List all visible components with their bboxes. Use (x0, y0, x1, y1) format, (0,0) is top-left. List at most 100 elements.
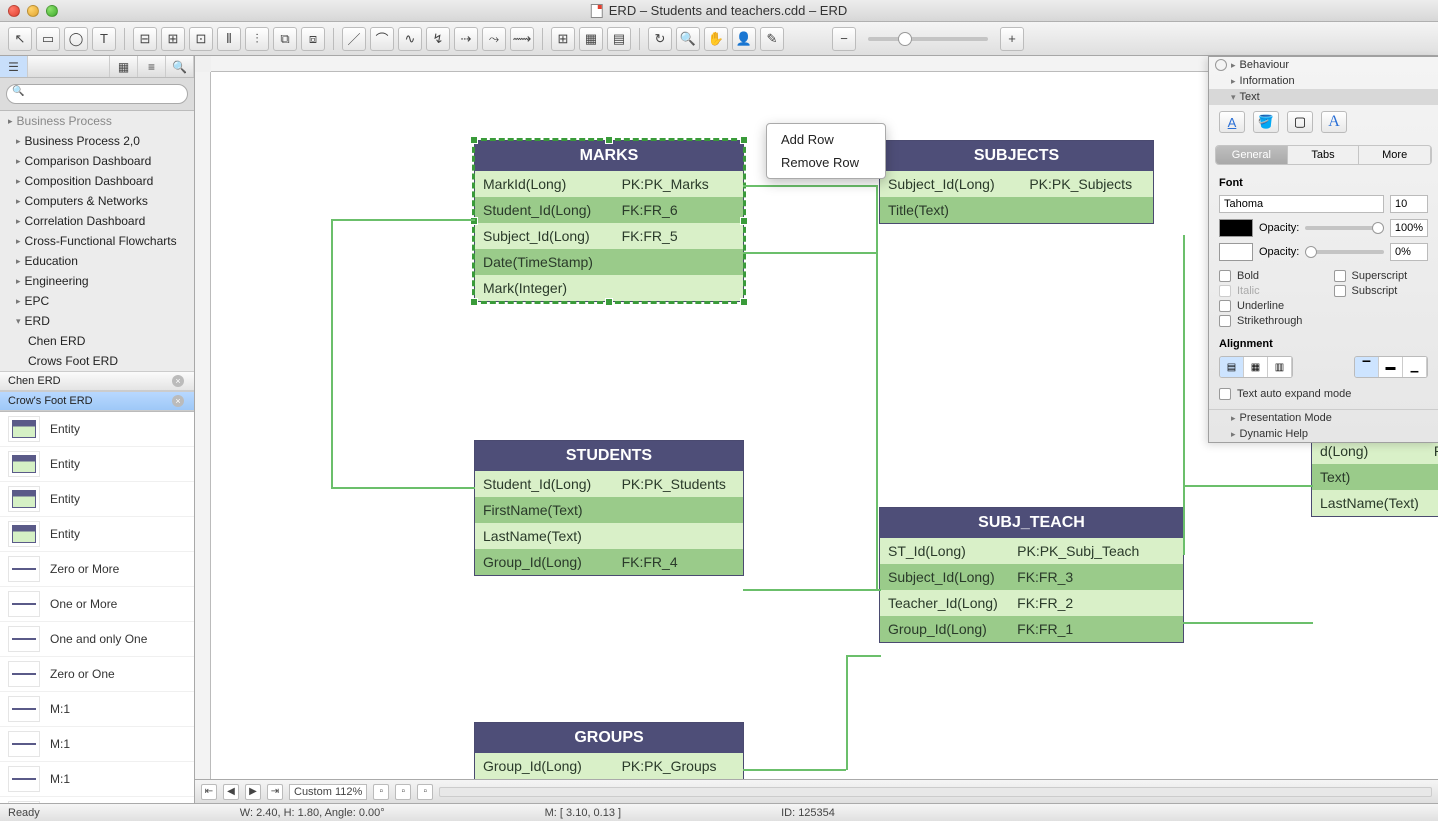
align-left-button[interactable]: ▤ (1220, 357, 1244, 377)
stencil-shape[interactable]: Entity (0, 482, 194, 517)
connector4-icon[interactable]: ⟿ (510, 27, 534, 51)
opacity-slider[interactable] (1305, 226, 1384, 230)
entity-subj-teach[interactable]: SUBJ_TEACH ST_Id(Long)PK:PK_Subj_Teach S… (879, 507, 1184, 643)
library-search-input[interactable] (6, 84, 188, 104)
close-icon[interactable]: × (172, 375, 184, 387)
person-icon[interactable]: 👤 (732, 27, 756, 51)
tree-item[interactable]: ▸Cross-Functional Flowcharts (0, 231, 194, 251)
inspector-section-text[interactable]: ▾Text (1209, 89, 1438, 105)
rectangle-tool-icon[interactable]: ▭ (36, 27, 60, 51)
align-center-icon[interactable]: ⊞ (161, 27, 185, 51)
underline-checkbox[interactable]: Underline (1219, 300, 1314, 312)
text-fill-icon[interactable]: 🪣 (1253, 111, 1279, 133)
text-color-icon[interactable]: A (1219, 111, 1245, 133)
page-icon[interactable]: ▫ (395, 784, 411, 800)
entity-subjects[interactable]: SUBJECTS Subject_Id(Long)PK:PK_Subjects … (879, 140, 1154, 224)
tree-item[interactable]: ▸Composition Dashboard (0, 171, 194, 191)
horizontal-scrollbar[interactable] (439, 787, 1432, 797)
tree-item[interactable]: ▸Correlation Dashboard (0, 211, 194, 231)
zoom-in-icon[interactable]: + (1000, 27, 1024, 51)
zoom-out-icon[interactable]: − (832, 27, 856, 51)
close-window-icon[interactable] (8, 5, 20, 17)
inspector-section-behaviour[interactable]: ▸Behaviour (1209, 57, 1438, 73)
library-tab-grid-icon[interactable]: ▦ (110, 56, 138, 77)
superscript-checkbox[interactable]: Superscript (1334, 270, 1429, 282)
zoom-tool-icon[interactable]: 🔍 (676, 27, 700, 51)
text-shadow-icon[interactable]: ▢ (1287, 111, 1313, 133)
resize-handle[interactable] (740, 298, 748, 306)
inspector-section-presentation[interactable]: ▸Presentation Mode (1209, 409, 1438, 426)
distribute-v-icon[interactable]: ⫶ (245, 27, 269, 51)
resize-handle[interactable] (470, 298, 478, 306)
tree-item[interactable]: ▸Engineering (0, 271, 194, 291)
stencil-shape[interactable]: M:1 (0, 762, 194, 797)
align-top-button[interactable]: ▔ (1355, 357, 1379, 377)
tree-item[interactable]: ▸Business Process (0, 111, 194, 131)
page-first-icon[interactable]: ⇤ (201, 784, 217, 800)
stencil-header-chen[interactable]: Chen ERD× (0, 371, 194, 391)
opacity-slider[interactable] (1305, 250, 1384, 254)
hand-tool-icon[interactable]: ✋ (704, 27, 728, 51)
connector3-icon[interactable]: ⤳ (482, 27, 506, 51)
stencil-shape[interactable]: Zero or One (0, 657, 194, 692)
page-last-icon[interactable]: ⇥ (267, 784, 283, 800)
align-bottom-button[interactable]: ▁ (1403, 357, 1427, 377)
strike-checkbox[interactable]: Strikethrough (1219, 315, 1314, 327)
auto-expand-checkbox[interactable]: Text auto expand mode (1219, 388, 1428, 400)
tree-item-crowsfoot[interactable]: Crows Foot ERD (0, 351, 194, 371)
opacity-value[interactable]: 100% (1390, 219, 1428, 237)
stencil-shape[interactable]: Entity (0, 412, 194, 447)
tree-item[interactable]: ▸Computers & Networks (0, 191, 194, 211)
inspector-section-information[interactable]: ▸Information (1209, 73, 1438, 89)
close-icon[interactable]: × (172, 395, 184, 407)
tree-item[interactable]: ▸EPC (0, 291, 194, 311)
entity-students[interactable]: STUDENTS Student_Id(Long)PK:PK_Students … (474, 440, 744, 576)
edit-icon[interactable]: ✎ (760, 27, 784, 51)
ungroup-icon[interactable]: ⧈ (301, 27, 325, 51)
menu-item-add-row[interactable]: Add Row (767, 128, 885, 151)
ellipse-tool-icon[interactable]: ◯ (64, 27, 88, 51)
align-center-button[interactable]: ▦ (1244, 357, 1268, 377)
guides-icon[interactable]: ▤ (607, 27, 631, 51)
stencil-shape[interactable]: One and only One (0, 622, 194, 657)
opacity-value[interactable]: 0% (1390, 243, 1428, 261)
resize-handle[interactable] (470, 136, 478, 144)
tree-item-chen[interactable]: Chen ERD (0, 331, 194, 351)
line-tool-icon[interactable]: ／ (342, 27, 366, 51)
page-next-icon[interactable]: ▶ (245, 784, 261, 800)
fg-color-swatch[interactable] (1219, 219, 1253, 237)
entity-groups[interactable]: GROUPS Group_Id(Long)PK:PK_Groups Name(T… (474, 722, 744, 779)
inspector-tab-general[interactable]: General (1216, 146, 1288, 164)
page-icon[interactable]: ▫ (417, 784, 433, 800)
connector-tool-icon[interactable]: ↯ (426, 27, 450, 51)
align-right-button[interactable]: ▥ (1268, 357, 1292, 377)
pointer-tool-icon[interactable]: ↖ (8, 27, 32, 51)
connector2-icon[interactable]: ⇢ (454, 27, 478, 51)
align-middle-button[interactable]: ▬ (1379, 357, 1403, 377)
zoom-slider[interactable] (868, 37, 988, 41)
stencil-header-crowsfoot[interactable]: Crow's Foot ERD× (0, 391, 194, 411)
text-tool-icon[interactable]: T (92, 27, 116, 51)
align-right-icon[interactable]: ⊡ (189, 27, 213, 51)
tree-item-erd[interactable]: ▾ERD (0, 311, 194, 331)
zoom-window-icon[interactable] (46, 5, 58, 17)
page-icon[interactable]: ▫ (373, 784, 389, 800)
distribute-h-icon[interactable]: ⫴ (217, 27, 241, 51)
stencil-shape[interactable]: Entity (0, 517, 194, 552)
stencil-shape[interactable]: Zero or More (0, 552, 194, 587)
font-name-select[interactable]: Tahoma (1219, 195, 1384, 213)
stencil-shape[interactable]: One or More (0, 587, 194, 622)
menu-item-remove-row[interactable]: Remove Row (767, 151, 885, 174)
page-prev-icon[interactable]: ◀ (223, 784, 239, 800)
stencil-shape[interactable]: Entity (0, 447, 194, 482)
bg-color-swatch[interactable] (1219, 243, 1253, 261)
library-tab-search-icon[interactable]: 🔍 (166, 56, 194, 77)
font-size-select[interactable]: 10 (1390, 195, 1428, 213)
resize-handle[interactable] (605, 136, 613, 144)
snap-icon[interactable]: ⊞ (551, 27, 575, 51)
curve-tool-icon[interactable]: ∿ (398, 27, 422, 51)
subscript-checkbox[interactable]: Subscript (1334, 285, 1429, 297)
inspector-section-help[interactable]: ▸Dynamic Help (1209, 426, 1438, 442)
grid-icon[interactable]: ▦ (579, 27, 603, 51)
zoom-level-select[interactable]: Custom 112% (289, 784, 367, 800)
